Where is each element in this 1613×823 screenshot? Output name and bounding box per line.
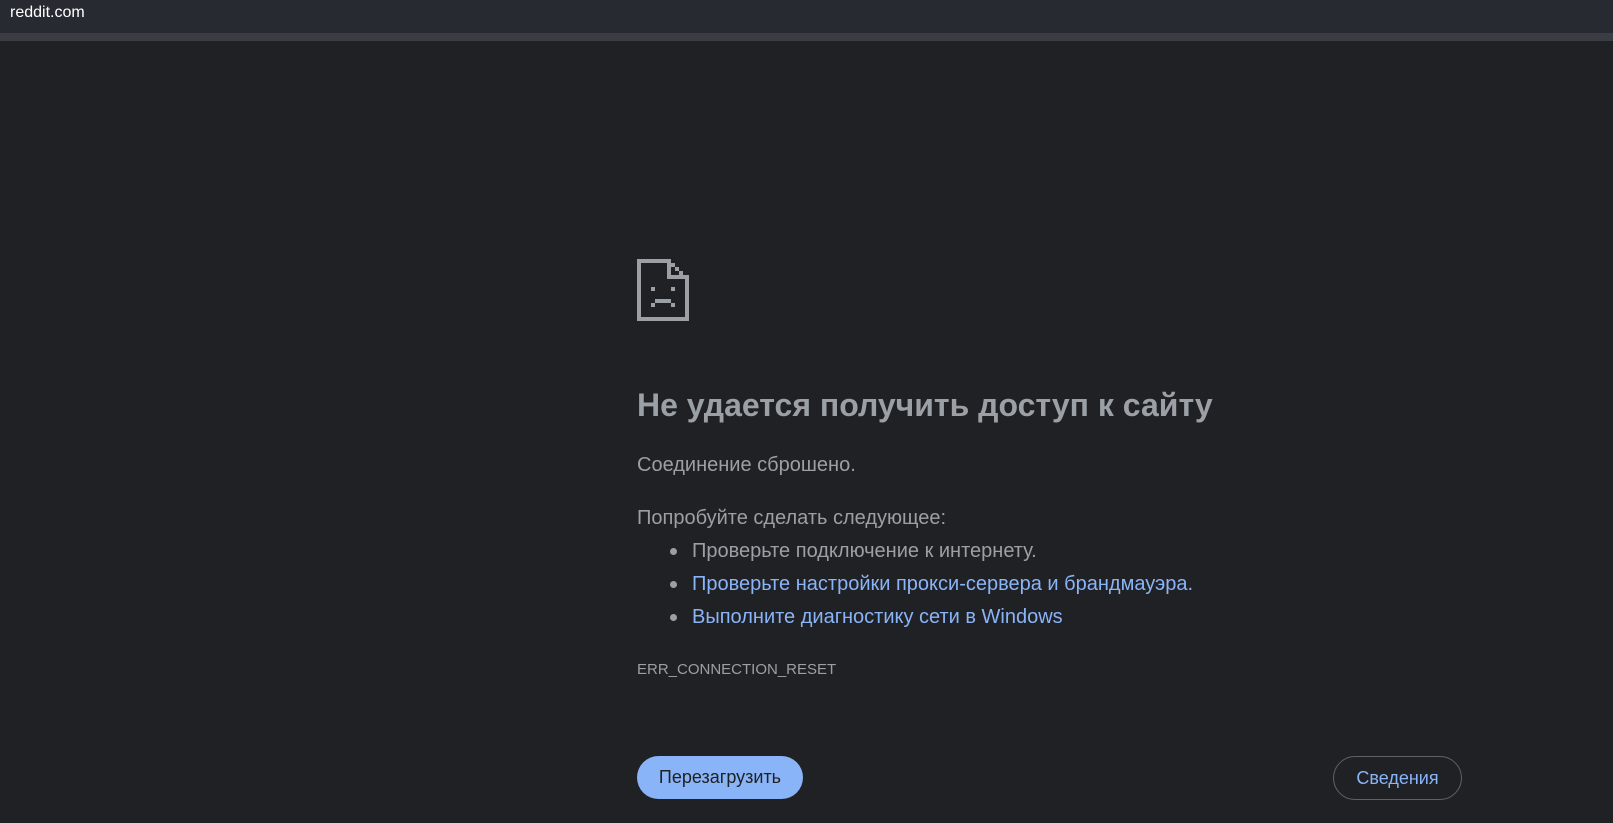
reload-button[interactable]: Перезагрузить xyxy=(637,756,803,799)
browser-topbar: reddit.com xyxy=(0,0,1613,33)
details-button[interactable]: Сведения xyxy=(1333,756,1462,800)
page-url-title: reddit.com xyxy=(10,4,85,21)
error-code: ERR_CONNECTION_RESET xyxy=(637,661,837,678)
suggestion-item: Проверьте настройки прокси-сервера и бра… xyxy=(637,571,1193,604)
suggestion-check-connection: Проверьте подключение к интернету. xyxy=(692,540,1037,562)
network-diagnostics-link[interactable]: Выполните диагностику сети в Windows xyxy=(692,606,1063,628)
error-title: Не удается получить доступ к сайту xyxy=(637,387,1213,423)
suggestion-item: Выполните диагностику сети в Windows xyxy=(637,604,1193,637)
topbar-divider xyxy=(0,33,1613,41)
suggestions-list: Проверьте подключение к интернету. Прове… xyxy=(637,538,1193,637)
proxy-firewall-link[interactable]: Проверьте настройки прокси-сервера и бра… xyxy=(692,573,1193,595)
suggestion-item: Проверьте подключение к интернету. xyxy=(637,538,1193,571)
suggestions-heading: Попробуйте сделать следующее: xyxy=(637,507,947,529)
error-subtitle: Соединение сброшено. xyxy=(637,454,856,476)
sad-page-icon xyxy=(637,259,689,321)
